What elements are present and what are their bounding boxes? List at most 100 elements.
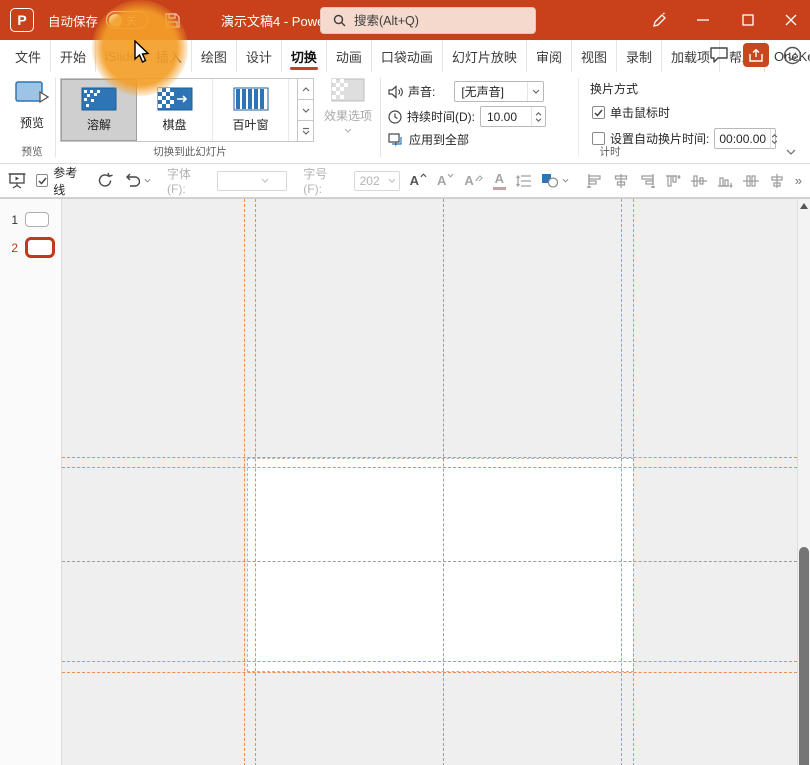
tab-record[interactable]: 录制 xyxy=(617,40,662,72)
align-bottom-icon[interactable] xyxy=(717,174,733,188)
apply-to-all-icon xyxy=(388,132,402,146)
transition-label: 棋盘 xyxy=(162,118,187,132)
sound-value: [无声音] xyxy=(461,85,505,99)
sound-icon xyxy=(388,84,403,99)
tab-draw[interactable]: 绘图 xyxy=(192,40,237,72)
on-mouse-click-checkbox[interactable] xyxy=(592,106,605,119)
guide-vertical-orange[interactable] xyxy=(621,199,622,765)
font-style-button[interactable]: A xyxy=(464,173,483,188)
autosave-label: 自动保存 xyxy=(48,14,99,29)
scrollbar-up-arrow[interactable] xyxy=(800,203,808,209)
align-right-icon[interactable] xyxy=(639,173,655,188)
insert-shape-button[interactable] xyxy=(541,173,569,188)
gallery-scroll-up[interactable] xyxy=(297,78,314,99)
guide-vertical-center[interactable] xyxy=(443,199,444,765)
gallery-more-button[interactable] xyxy=(297,120,314,142)
chevron-down-icon xyxy=(258,178,272,183)
font-size-combo[interactable]: 202 xyxy=(353,170,400,191)
apply-to-all-button[interactable]: 应用到全部 xyxy=(388,131,469,148)
slide-editing-canvas[interactable] xyxy=(62,199,810,765)
transitions-group-label: 切换到此幻灯片 xyxy=(153,146,227,158)
tab-insert[interactable]: 插入 xyxy=(147,40,192,72)
spinner-arrows-icon[interactable] xyxy=(531,107,545,126)
ribbon-transitions: 预览 预览 溶解 棋盘 百叶窗 效果选项 切换到此幻灯片 声音: [无声音] 持… xyxy=(0,72,810,164)
slide-page[interactable] xyxy=(247,458,634,672)
search-box[interactable] xyxy=(320,7,536,34)
sound-dropdown[interactable]: [无声音] xyxy=(454,81,545,102)
toolbar-overflow-button[interactable]: » xyxy=(795,173,802,188)
guides-checkbox[interactable] xyxy=(36,174,49,187)
tab-transitions[interactable]: 切换 xyxy=(282,40,327,72)
slideshow-from-current-icon[interactable] xyxy=(8,172,26,189)
transition-label: 溶解 xyxy=(86,118,111,132)
guide-horizontal-orange[interactable] xyxy=(62,661,797,662)
guide-horizontal-orange[interactable] xyxy=(62,672,797,673)
comments-icon[interactable] xyxy=(709,46,729,64)
line-spacing-icon[interactable] xyxy=(515,174,531,187)
font-color-button[interactable]: A xyxy=(492,171,506,190)
distribute-vertical-icon[interactable] xyxy=(769,173,785,188)
scrollbar-thumb[interactable] xyxy=(799,547,809,765)
guides-label: 参考线 xyxy=(53,165,78,197)
slide-thumbnail-1[interactable]: 1 xyxy=(8,212,49,227)
effect-options-button[interactable]: 效果选项 xyxy=(322,78,374,133)
guide-vertical-orange[interactable] xyxy=(244,199,245,765)
tab-pocket-animation[interactable]: 口袋动画 xyxy=(372,40,443,72)
guides-toggle[interactable]: 参考线 xyxy=(36,164,87,198)
minimize-button[interactable] xyxy=(686,0,720,40)
slide-thumbnail-2[interactable]: 2 xyxy=(8,237,55,258)
maximize-button[interactable] xyxy=(731,0,765,40)
ribbon-separator xyxy=(380,78,381,157)
check-icon xyxy=(594,109,603,117)
guide-horizontal-center[interactable] xyxy=(62,561,797,562)
vertical-scrollbar[interactable] xyxy=(797,199,810,765)
on-mouse-click-label: 单击鼠标时 xyxy=(610,106,671,120)
spinner-arrows-icon[interactable] xyxy=(770,129,778,148)
align-center-icon[interactable] xyxy=(613,173,629,188)
decrease-font-size-button[interactable]: A xyxy=(437,173,454,188)
feedback-smiley-icon[interactable] xyxy=(783,46,802,65)
save-icon[interactable] xyxy=(164,12,181,29)
collapse-ribbon-chevron[interactable] xyxy=(786,149,796,155)
align-left-icon[interactable] xyxy=(586,173,603,188)
close-button[interactable] xyxy=(774,0,808,40)
tab-review[interactable]: 审阅 xyxy=(527,40,572,72)
share-button[interactable] xyxy=(743,43,769,67)
slide-thumbnail-box[interactable] xyxy=(25,237,55,258)
guide-horizontal-orange[interactable] xyxy=(62,467,797,468)
guide-vertical-orange[interactable] xyxy=(633,199,634,765)
preview-button[interactable]: 预览 xyxy=(12,80,52,131)
search-input[interactable] xyxy=(354,13,504,28)
increase-font-size-button[interactable]: A xyxy=(410,173,427,188)
transition-dissolve[interactable]: 溶解 xyxy=(61,79,137,141)
align-middle-icon[interactable] xyxy=(690,174,707,188)
share-icon xyxy=(749,48,763,62)
guide-horizontal-orange[interactable] xyxy=(62,457,797,458)
ink-pen-icon[interactable] xyxy=(642,0,676,40)
slide-thumbnail-box[interactable] xyxy=(25,212,49,227)
slide-thumbnail-panel: 1 2 xyxy=(0,199,62,765)
tab-design[interactable]: 设计 xyxy=(237,40,282,72)
powerpoint-window: { "colors": { "titlebar_bg": "#c8411b", … xyxy=(0,0,810,765)
undo-icon[interactable] xyxy=(124,173,151,188)
tab-islide[interactable]: iSlide xyxy=(96,40,147,72)
preview-icon xyxy=(15,81,50,104)
tab-slide-show[interactable]: 幻灯片放映 xyxy=(443,40,527,72)
autosave-toggle[interactable]: 关 xyxy=(106,11,149,29)
distribute-horizontal-icon[interactable] xyxy=(742,174,759,188)
tab-file[interactable]: 文件 xyxy=(6,40,52,72)
auto-advance-spinbox[interactable]: 00:00.00 xyxy=(714,128,778,149)
transitions-gallery: 溶解 棋盘 百叶窗 xyxy=(60,78,314,142)
font-label: 字体(F): xyxy=(167,167,192,196)
align-top-icon[interactable] xyxy=(665,174,681,188)
redo-icon[interactable] xyxy=(97,172,114,189)
font-name-combo[interactable] xyxy=(217,170,288,191)
tab-view[interactable]: 视图 xyxy=(572,40,617,72)
guide-vertical-orange[interactable] xyxy=(255,199,256,765)
duration-spinbox[interactable]: 10.00 xyxy=(480,106,546,127)
tab-home[interactable]: 开始 xyxy=(51,40,97,72)
transition-blinds[interactable]: 百叶窗 xyxy=(213,79,289,141)
transition-checkerboard[interactable]: 棋盘 xyxy=(137,79,213,141)
tab-animations[interactable]: 动画 xyxy=(327,40,372,72)
gallery-scroll-down[interactable] xyxy=(297,99,314,120)
